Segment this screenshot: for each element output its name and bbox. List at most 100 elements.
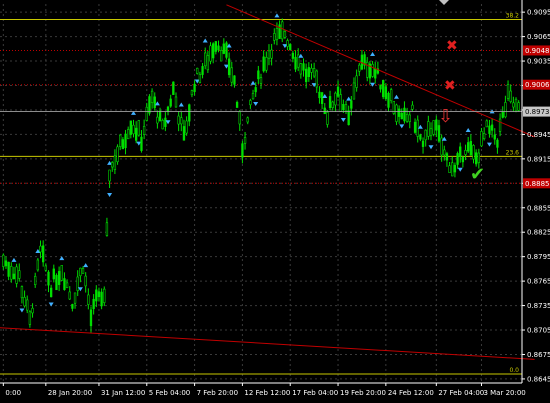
- candle-body: [84, 275, 87, 287]
- candle-body: [283, 31, 287, 38]
- candle-body: [161, 120, 164, 130]
- candle-body: [76, 276, 79, 292]
- candle-body: [230, 67, 233, 83]
- y-tick-label: 0.9035: [527, 58, 550, 66]
- candle-body: [267, 50, 271, 59]
- candle-body: [304, 68, 308, 83]
- candle-body: [65, 282, 69, 288]
- candle-body: [517, 102, 520, 111]
- y-tick-label: 0.9095: [527, 9, 550, 17]
- candle-body: [328, 96, 332, 108]
- candle-body: [241, 143, 244, 158]
- candle-body: [472, 145, 475, 160]
- candle-body: [331, 101, 334, 108]
- y-tick-label: 0.8795: [527, 253, 550, 261]
- candle-body: [52, 268, 55, 280]
- candle-body: [379, 84, 382, 90]
- candle-body: [42, 245, 45, 263]
- candle-body: [238, 111, 241, 125]
- candle-body: [105, 222, 109, 236]
- candle-body: [20, 286, 24, 299]
- y-tick-label: 0.8645: [527, 375, 550, 383]
- candle-body: [140, 136, 143, 151]
- candle-body: [246, 117, 249, 123]
- x-tick-label: 3 Mar 20:00: [483, 389, 525, 397]
- candle-body: [212, 43, 215, 59]
- candle-body: [397, 108, 401, 117]
- candle-body: [233, 75, 236, 85]
- candle-body: [158, 110, 162, 122]
- y-tick-label: 0.8735: [527, 302, 550, 310]
- red-level-tag: 0.9048: [525, 47, 550, 55]
- candle-body: [89, 309, 93, 327]
- candle-body: [254, 87, 257, 93]
- candle-body: [164, 117, 167, 127]
- candle-body: [390, 89, 393, 102]
- candle-body: [488, 125, 491, 134]
- fractal-up-marker: [83, 263, 89, 268]
- candle-body: [23, 297, 26, 307]
- candle-body: [153, 96, 156, 109]
- candle-body: [150, 90, 154, 103]
- candle-body: [121, 139, 125, 150]
- candle-body: [57, 271, 61, 285]
- candle-body: [408, 114, 411, 122]
- candle-body: [49, 287, 53, 298]
- candle-body: [4, 260, 8, 267]
- candle-body: [273, 33, 276, 41]
- candle-body: [395, 104, 398, 122]
- fractal-down-marker: [340, 118, 346, 123]
- candle-body: [196, 67, 199, 74]
- fractal-down-marker: [107, 193, 113, 198]
- candle-body: [493, 134, 496, 140]
- candle-body: [427, 121, 430, 137]
- candle-body: [55, 275, 58, 291]
- candle-body: [464, 149, 467, 155]
- candle-body: [262, 56, 265, 72]
- scroll-indicator-icon[interactable]: [439, 0, 449, 5]
- candle-body: [437, 125, 441, 142]
- candle-body: [217, 45, 220, 51]
- candle-body: [299, 63, 303, 75]
- candle-body: [142, 126, 146, 135]
- candle-body: [419, 134, 422, 140]
- candle-body: [119, 134, 122, 147]
- candle-body: [227, 58, 231, 76]
- fractal-up-marker: [393, 94, 399, 99]
- candle-body: [206, 55, 210, 71]
- candle-body: [134, 127, 138, 141]
- fractal-up-marker: [202, 38, 208, 43]
- red-level-tag: 0.8885: [525, 180, 550, 188]
- price-chart[interactable]: 38.223.60.00.90950.90650.90350.90050.897…: [0, 0, 550, 403]
- candle-body: [68, 291, 71, 300]
- candle-body: [251, 92, 255, 100]
- candle-body: [347, 110, 350, 126]
- candle-body: [469, 141, 473, 156]
- y-tick-label: 0.9065: [527, 33, 550, 41]
- candle-body: [435, 119, 438, 131]
- candle-body: [44, 265, 47, 271]
- candle-body: [358, 64, 361, 72]
- candle-body: [485, 120, 488, 128]
- fractal-down-marker: [428, 145, 434, 150]
- candle-body: [318, 91, 321, 99]
- candle-body: [265, 57, 268, 71]
- fib-level-label: 0.0: [509, 367, 519, 374]
- candle-body: [174, 96, 178, 108]
- candle-body: [342, 103, 345, 111]
- x-tick-label: 7 Feb 20:00: [197, 389, 238, 397]
- fractal-down-marker: [19, 308, 25, 313]
- candle-body: [514, 98, 518, 112]
- candle-body: [286, 40, 289, 47]
- candle-body: [71, 304, 74, 309]
- candle-body: [501, 111, 504, 118]
- candle-body: [243, 137, 247, 144]
- candle-body: [480, 131, 483, 147]
- candle-body: [79, 267, 82, 277]
- current-price-tag: 0.8973: [525, 108, 550, 116]
- candle-body: [97, 291, 101, 298]
- cross-marker-lower: ✖: [444, 78, 456, 94]
- candle-body: [350, 100, 353, 109]
- fractal-down-marker: [253, 101, 259, 106]
- candle-body: [467, 142, 470, 152]
